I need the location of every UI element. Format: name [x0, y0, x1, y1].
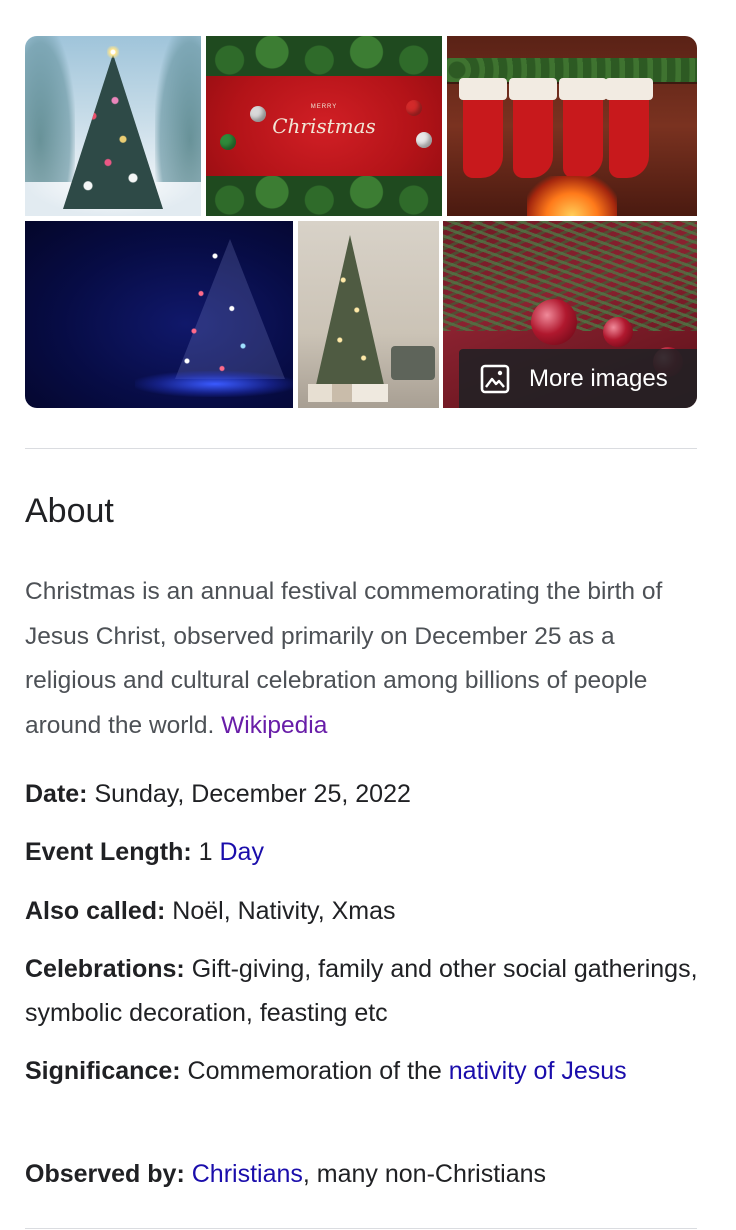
fact-value: , many non-Christians [302, 1160, 547, 1188]
stocking [605, 78, 653, 178]
section-title-about: About [25, 492, 114, 530]
garland [206, 36, 442, 76]
knowledge-panel: MERRY Christmas More images About Christ… [0, 0, 736, 1230]
description-text: Christmas is an annual festival commemor… [25, 578, 663, 739]
day-link[interactable]: Day [219, 838, 263, 866]
fact-event-length: Event Length: 1 Day [25, 830, 705, 874]
stocking [459, 78, 507, 178]
fact-label: Date: [25, 780, 88, 808]
image-tile-light-tree[interactable] [25, 221, 293, 408]
nativity-of-jesus-link[interactable]: nativity of Jesus [449, 1057, 627, 1085]
sofa [391, 346, 435, 380]
card-script-text: Christmas [272, 114, 376, 138]
fact-value: Sunday, December 25, 2022 [94, 780, 411, 808]
image-icon [480, 364, 510, 393]
christians-link[interactable]: Christians [192, 1160, 303, 1188]
fact-value: Commemoration of the [187, 1057, 442, 1085]
fact-observed-by: Observed by: Christians, many non-Christ… [25, 1152, 705, 1196]
fact-value: Noël, Nativity, Xmas [172, 897, 396, 925]
image-tile-living-room-tree[interactable] [298, 221, 439, 408]
image-grid: MERRY Christmas More images [25, 36, 697, 408]
bauble [603, 317, 633, 347]
fact-label: Observed by: [25, 1160, 185, 1188]
fact-value: 1 [198, 838, 213, 866]
fact-label: Significance: [25, 1057, 181, 1085]
fact-celebrations: Celebrations: Gift-giving, family and ot… [25, 947, 705, 1035]
stocking [559, 78, 607, 178]
stocking [509, 78, 557, 178]
fact-significance: Significance: Commemoration of the nativ… [25, 1049, 705, 1093]
image-tile-stockings[interactable] [447, 36, 697, 216]
fact-also-called: Also called: Noël, Nativity, Xmas [25, 889, 705, 933]
wikipedia-link[interactable]: Wikipedia [221, 712, 327, 739]
about-description: Christmas is an annual festival commemor… [25, 570, 705, 748]
garland [206, 176, 442, 216]
image-tile-merry-christmas[interactable]: MERRY Christmas [206, 36, 442, 216]
more-images-label: More images [529, 364, 668, 392]
fact-label: Also called: [25, 897, 166, 925]
fact-label: Event Length: [25, 838, 192, 866]
image-tile-red-baubles[interactable]: More images [443, 221, 697, 408]
divider [25, 1228, 697, 1229]
fact-label: Celebrations: [25, 955, 185, 983]
fireplace-fire [527, 176, 617, 216]
tree-star [107, 46, 119, 58]
blue-glow [135, 371, 293, 397]
image-tile-snowy-tree[interactable] [25, 36, 201, 216]
more-images-button[interactable]: More images [459, 349, 697, 408]
fact-date: Date: Sunday, December 25, 2022 [25, 772, 705, 816]
gifts [308, 384, 388, 402]
card-small-text: MERRY [310, 104, 338, 110]
light-sparks [145, 241, 285, 391]
bauble [531, 299, 577, 345]
divider [25, 448, 697, 449]
